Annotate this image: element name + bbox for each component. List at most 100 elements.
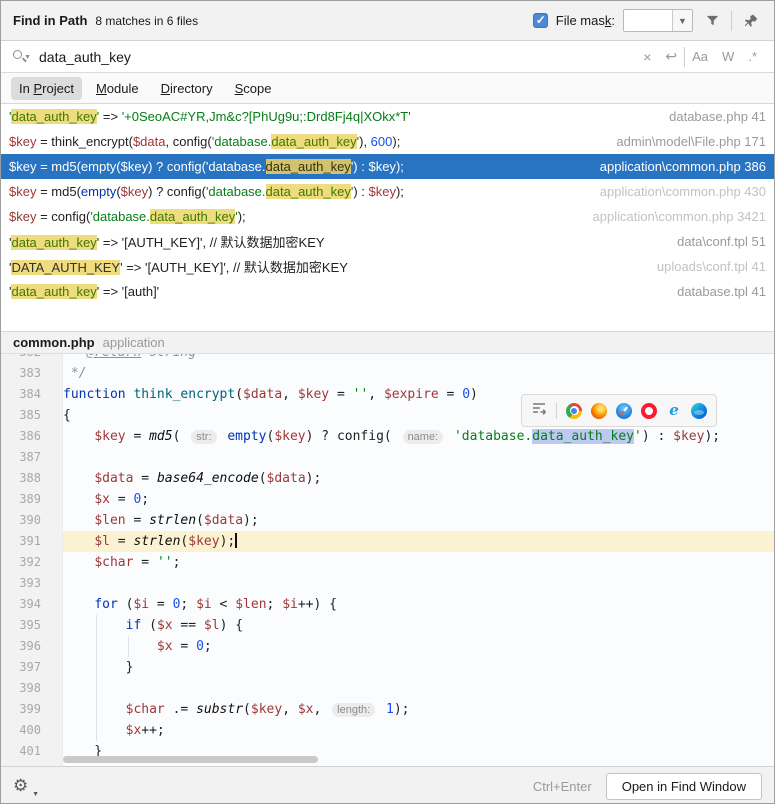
newline-icon[interactable]: ↩ (658, 48, 684, 65)
result-code-snippet: 'data_auth_key' => '[auth]' (1, 284, 669, 299)
result-code-snippet: 'DATA_AUTH_KEY' => '[AUTH_KEY]', // 默认数据… (1, 257, 649, 276)
code-line: 388 $data = base64_encode($data); (1, 468, 774, 489)
line-number: 399 (1, 699, 41, 720)
code-line: 396 $x = 0; (1, 636, 774, 657)
preview-file-header: common.php application (1, 331, 774, 354)
tab-scope[interactable]: Scope (227, 77, 280, 100)
result-row[interactable]: $key = md5(empty($key) ? config('databas… (1, 154, 774, 179)
match-case-toggle[interactable]: Aa (685, 49, 715, 64)
settings-gear-icon[interactable]: ⚙▼ (13, 774, 37, 798)
result-file-ref: uploads\conf.tpl 41 (649, 259, 774, 274)
line-number: 392 (1, 552, 41, 573)
code-preview[interactable]: 382 * @return string383 */384function th… (1, 354, 774, 766)
scope-tabs: In Project Module Directory Scope (1, 73, 774, 104)
code-line: 389 $x = 0; (1, 489, 774, 510)
divider (731, 11, 732, 31)
chrome-icon[interactable] (566, 403, 582, 419)
result-code-snippet: $key = config('database.data_auth_key'); (1, 209, 585, 224)
find-in-path-dialog: Find in Path 8 matches in 6 files File m… (0, 0, 775, 804)
code-line: 398 (1, 678, 774, 699)
opera-icon[interactable] (641, 403, 657, 419)
code-line: 393 (1, 573, 774, 594)
code-line: 383 */ (1, 363, 774, 384)
result-file-ref: application\common.php 3421 (585, 209, 774, 224)
page-title: Find in Path (13, 13, 87, 28)
horizontal-scrollbar[interactable] (63, 756, 318, 763)
line-number: 383 (1, 363, 41, 384)
code-line: 400 $x++; (1, 720, 774, 741)
ie-icon[interactable] (666, 403, 682, 419)
line-number: 389 (1, 489, 41, 510)
text-cursor (235, 533, 237, 548)
results-list: 'data_auth_key' => '+0SeoAC#YR,Jm&c?[PhU… (1, 104, 774, 331)
result-code-snippet: 'data_auth_key' => '+0SeoAC#YR,Jm&c?[PhU… (1, 109, 661, 124)
match-summary: 8 matches in 6 files (95, 14, 198, 28)
result-file-ref: database.tpl 41 (669, 284, 774, 299)
tab-in-project[interactable]: In Project (11, 77, 82, 100)
line-number: 401 (1, 741, 41, 762)
code-line: 395 if ($x == $l) { (1, 615, 774, 636)
line-number: 391 (1, 531, 41, 552)
result-file-ref: application\common.php 430 (592, 184, 774, 199)
firefox-icon[interactable] (591, 403, 607, 419)
line-number: 385 (1, 405, 41, 426)
result-code-snippet: $key = md5(empty($key) ? config('databas… (1, 159, 592, 174)
line-number: 395 (1, 615, 41, 636)
result-row[interactable]: 'data_auth_key' => '[AUTH_KEY]', // 默认数据… (1, 229, 774, 254)
search-input[interactable] (39, 49, 636, 65)
file-mask-checkbox[interactable] (533, 13, 548, 28)
clear-icon[interactable]: × (636, 49, 658, 65)
result-code-snippet: $key = think_encrypt($data, config('data… (1, 134, 608, 149)
code-line: 386 $key = md5( str: empty($key) ? confi… (1, 426, 774, 447)
tab-module[interactable]: Module (88, 77, 147, 100)
search-bar: ▼ × ↩ Aa W .* (1, 41, 774, 73)
result-row[interactable]: $key = think_encrypt($data, config('data… (1, 129, 774, 154)
preview-file-location: application (103, 335, 165, 350)
code-line: 397 } (1, 657, 774, 678)
code-line: 382 * @return string (1, 354, 774, 363)
line-number: 396 (1, 636, 41, 657)
pin-icon[interactable] (740, 10, 762, 32)
result-row[interactable]: 'data_auth_key' => '+0SeoAC#YR,Jm&c?[PhU… (1, 104, 774, 129)
search-icon[interactable]: ▼ (11, 48, 31, 66)
line-number: 386 (1, 426, 41, 447)
file-mask-combobox[interactable]: ▼ (623, 9, 693, 32)
edge-icon[interactable] (691, 403, 707, 419)
browser-toolbar (521, 394, 717, 427)
result-row[interactable]: $key = config('database.data_auth_key');… (1, 204, 774, 229)
open-in-browser-icon[interactable] (531, 400, 547, 421)
preview-filename: common.php (13, 335, 95, 350)
code-line: 387 (1, 447, 774, 468)
file-mask-label: File mask: (556, 13, 615, 28)
divider (556, 403, 557, 419)
line-number: 388 (1, 468, 41, 489)
line-number: 397 (1, 657, 41, 678)
result-file-ref: data\conf.tpl 51 (669, 234, 774, 249)
code-line: 399 $char .= substr($key, $x, length: 1)… (1, 699, 774, 720)
line-number: 393 (1, 573, 41, 594)
result-row[interactable]: $key = md5(empty($key) ? config('databas… (1, 179, 774, 204)
line-number: 384 (1, 384, 41, 405)
result-row[interactable]: 'data_auth_key' => '[auth]'database.tpl … (1, 279, 774, 304)
filter-icon[interactable] (701, 10, 723, 32)
code-line: 390 $len = strlen($data); (1, 510, 774, 531)
line-number: 400 (1, 720, 41, 741)
result-code-snippet: 'data_auth_key' => '[AUTH_KEY]', // 默认数据… (1, 232, 669, 251)
chevron-down-icon[interactable]: ▼ (672, 10, 692, 31)
result-row[interactable]: 'DATA_AUTH_KEY' => '[AUTH_KEY]', // 默认数据… (1, 254, 774, 279)
result-file-ref: database.php 41 (661, 109, 774, 124)
line-number: 382 (1, 354, 41, 363)
line-number: 394 (1, 594, 41, 615)
code-line: 391 $l = strlen($key); (1, 531, 774, 552)
open-in-find-window-button[interactable]: Open in Find Window (606, 773, 762, 800)
line-number: 390 (1, 510, 41, 531)
line-number: 398 (1, 678, 41, 699)
result-file-ref: application\common.php 386 (592, 159, 774, 174)
words-toggle[interactable]: W (715, 49, 741, 64)
safari-icon[interactable] (616, 403, 632, 419)
code-line: 394 for ($i = 0; $i < $len; $i++) { (1, 594, 774, 615)
shortcut-hint: Ctrl+Enter (533, 779, 592, 794)
file-mask-value[interactable] (624, 10, 672, 31)
tab-directory[interactable]: Directory (153, 77, 221, 100)
regex-toggle[interactable]: .* (741, 49, 764, 64)
